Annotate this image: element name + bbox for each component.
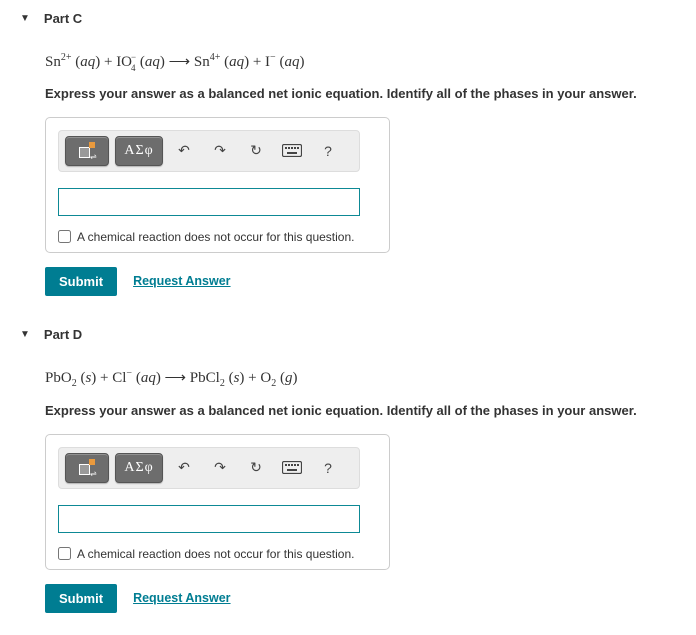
no-reaction-row[interactable]: A chemical reaction does not occur for t… — [58, 547, 377, 561]
greek-button[interactable]: ΑΣφ — [115, 136, 163, 166]
action-row: Submit Request Answer — [45, 267, 676, 296]
undo-icon: ↶ — [178, 459, 190, 476]
part-c-header[interactable]: ▼ Part C — [0, 5, 696, 32]
redo-icon: ↷ — [214, 459, 226, 476]
redo-button[interactable]: ↷ — [205, 136, 235, 166]
equation-toolbar: ⇌ ΑΣφ ↶ ↷ ↻ — [58, 447, 360, 489]
no-reaction-checkbox[interactable] — [58, 547, 71, 560]
request-answer-link[interactable]: Request Answer — [133, 274, 230, 288]
caret-down-icon: ▼ — [20, 329, 30, 340]
no-reaction-label: A chemical reaction does not occur for t… — [77, 230, 354, 244]
redo-button[interactable]: ↷ — [205, 453, 235, 483]
reset-button[interactable]: ↻ — [241, 136, 271, 166]
template-icon: ⇌ — [77, 142, 97, 160]
action-row: Submit Request Answer — [45, 584, 676, 613]
keyboard-button[interactable] — [277, 136, 307, 166]
help-button[interactable]: ? — [313, 136, 343, 166]
answer-input[interactable] — [58, 188, 360, 216]
part-c-body: Sn2+ (aq) + IO−4 (aq) ⟶ Sn4+ (aq) + I− (… — [0, 32, 696, 306]
answer-panel: ⇌ ΑΣφ ↶ ↷ ↻ — [45, 117, 390, 253]
undo-button[interactable]: ↶ — [169, 136, 199, 166]
part-c-title: Part C — [44, 11, 82, 26]
no-reaction-label: A chemical reaction does not occur for t… — [77, 547, 354, 561]
part-d-instructions: Express your answer as a balanced net io… — [45, 403, 676, 418]
answer-panel: ⇌ ΑΣφ ↶ ↷ ↻ — [45, 434, 390, 570]
submit-button[interactable]: Submit — [45, 584, 117, 613]
keyboard-icon — [282, 461, 302, 474]
part-d-body: PbO2 (s) + Cl− (aq) ⟶ PbCl2 (s) + O2 (g)… — [0, 348, 696, 623]
part-c-instructions: Express your answer as a balanced net io… — [45, 86, 676, 101]
part-c-section: ▼ Part C Sn2+ (aq) + IO−4 (aq) ⟶ Sn4+ (a… — [0, 0, 696, 316]
greek-button[interactable]: ΑΣφ — [115, 453, 163, 483]
undo-button[interactable]: ↶ — [169, 453, 199, 483]
submit-button[interactable]: Submit — [45, 267, 117, 296]
reset-icon: ↻ — [250, 459, 262, 476]
keyboard-button[interactable] — [277, 453, 307, 483]
template-button[interactable]: ⇌ — [65, 453, 109, 483]
template-button[interactable]: ⇌ — [65, 136, 109, 166]
part-d-equation: PbO2 (s) + Cl− (aq) ⟶ PbCl2 (s) + O2 (g) — [45, 368, 676, 389]
help-button[interactable]: ? — [313, 453, 343, 483]
redo-icon: ↷ — [214, 142, 226, 159]
reset-button[interactable]: ↻ — [241, 453, 271, 483]
answer-input[interactable] — [58, 505, 360, 533]
equation-toolbar: ⇌ ΑΣφ ↶ ↷ ↻ — [58, 130, 360, 172]
caret-down-icon: ▼ — [20, 13, 30, 24]
no-reaction-row[interactable]: A chemical reaction does not occur for t… — [58, 230, 377, 244]
no-reaction-checkbox[interactable] — [58, 230, 71, 243]
template-icon: ⇌ — [77, 459, 97, 477]
keyboard-icon — [282, 144, 302, 157]
part-d-title: Part D — [44, 327, 82, 342]
request-answer-link[interactable]: Request Answer — [133, 591, 230, 605]
part-d-section: ▼ Part D PbO2 (s) + Cl− (aq) ⟶ PbCl2 (s)… — [0, 316, 696, 633]
part-c-equation: Sn2+ (aq) + IO−4 (aq) ⟶ Sn4+ (aq) + I− (… — [45, 52, 676, 72]
reset-icon: ↻ — [250, 142, 262, 159]
part-d-header[interactable]: ▼ Part D — [0, 321, 696, 348]
undo-icon: ↶ — [178, 142, 190, 159]
